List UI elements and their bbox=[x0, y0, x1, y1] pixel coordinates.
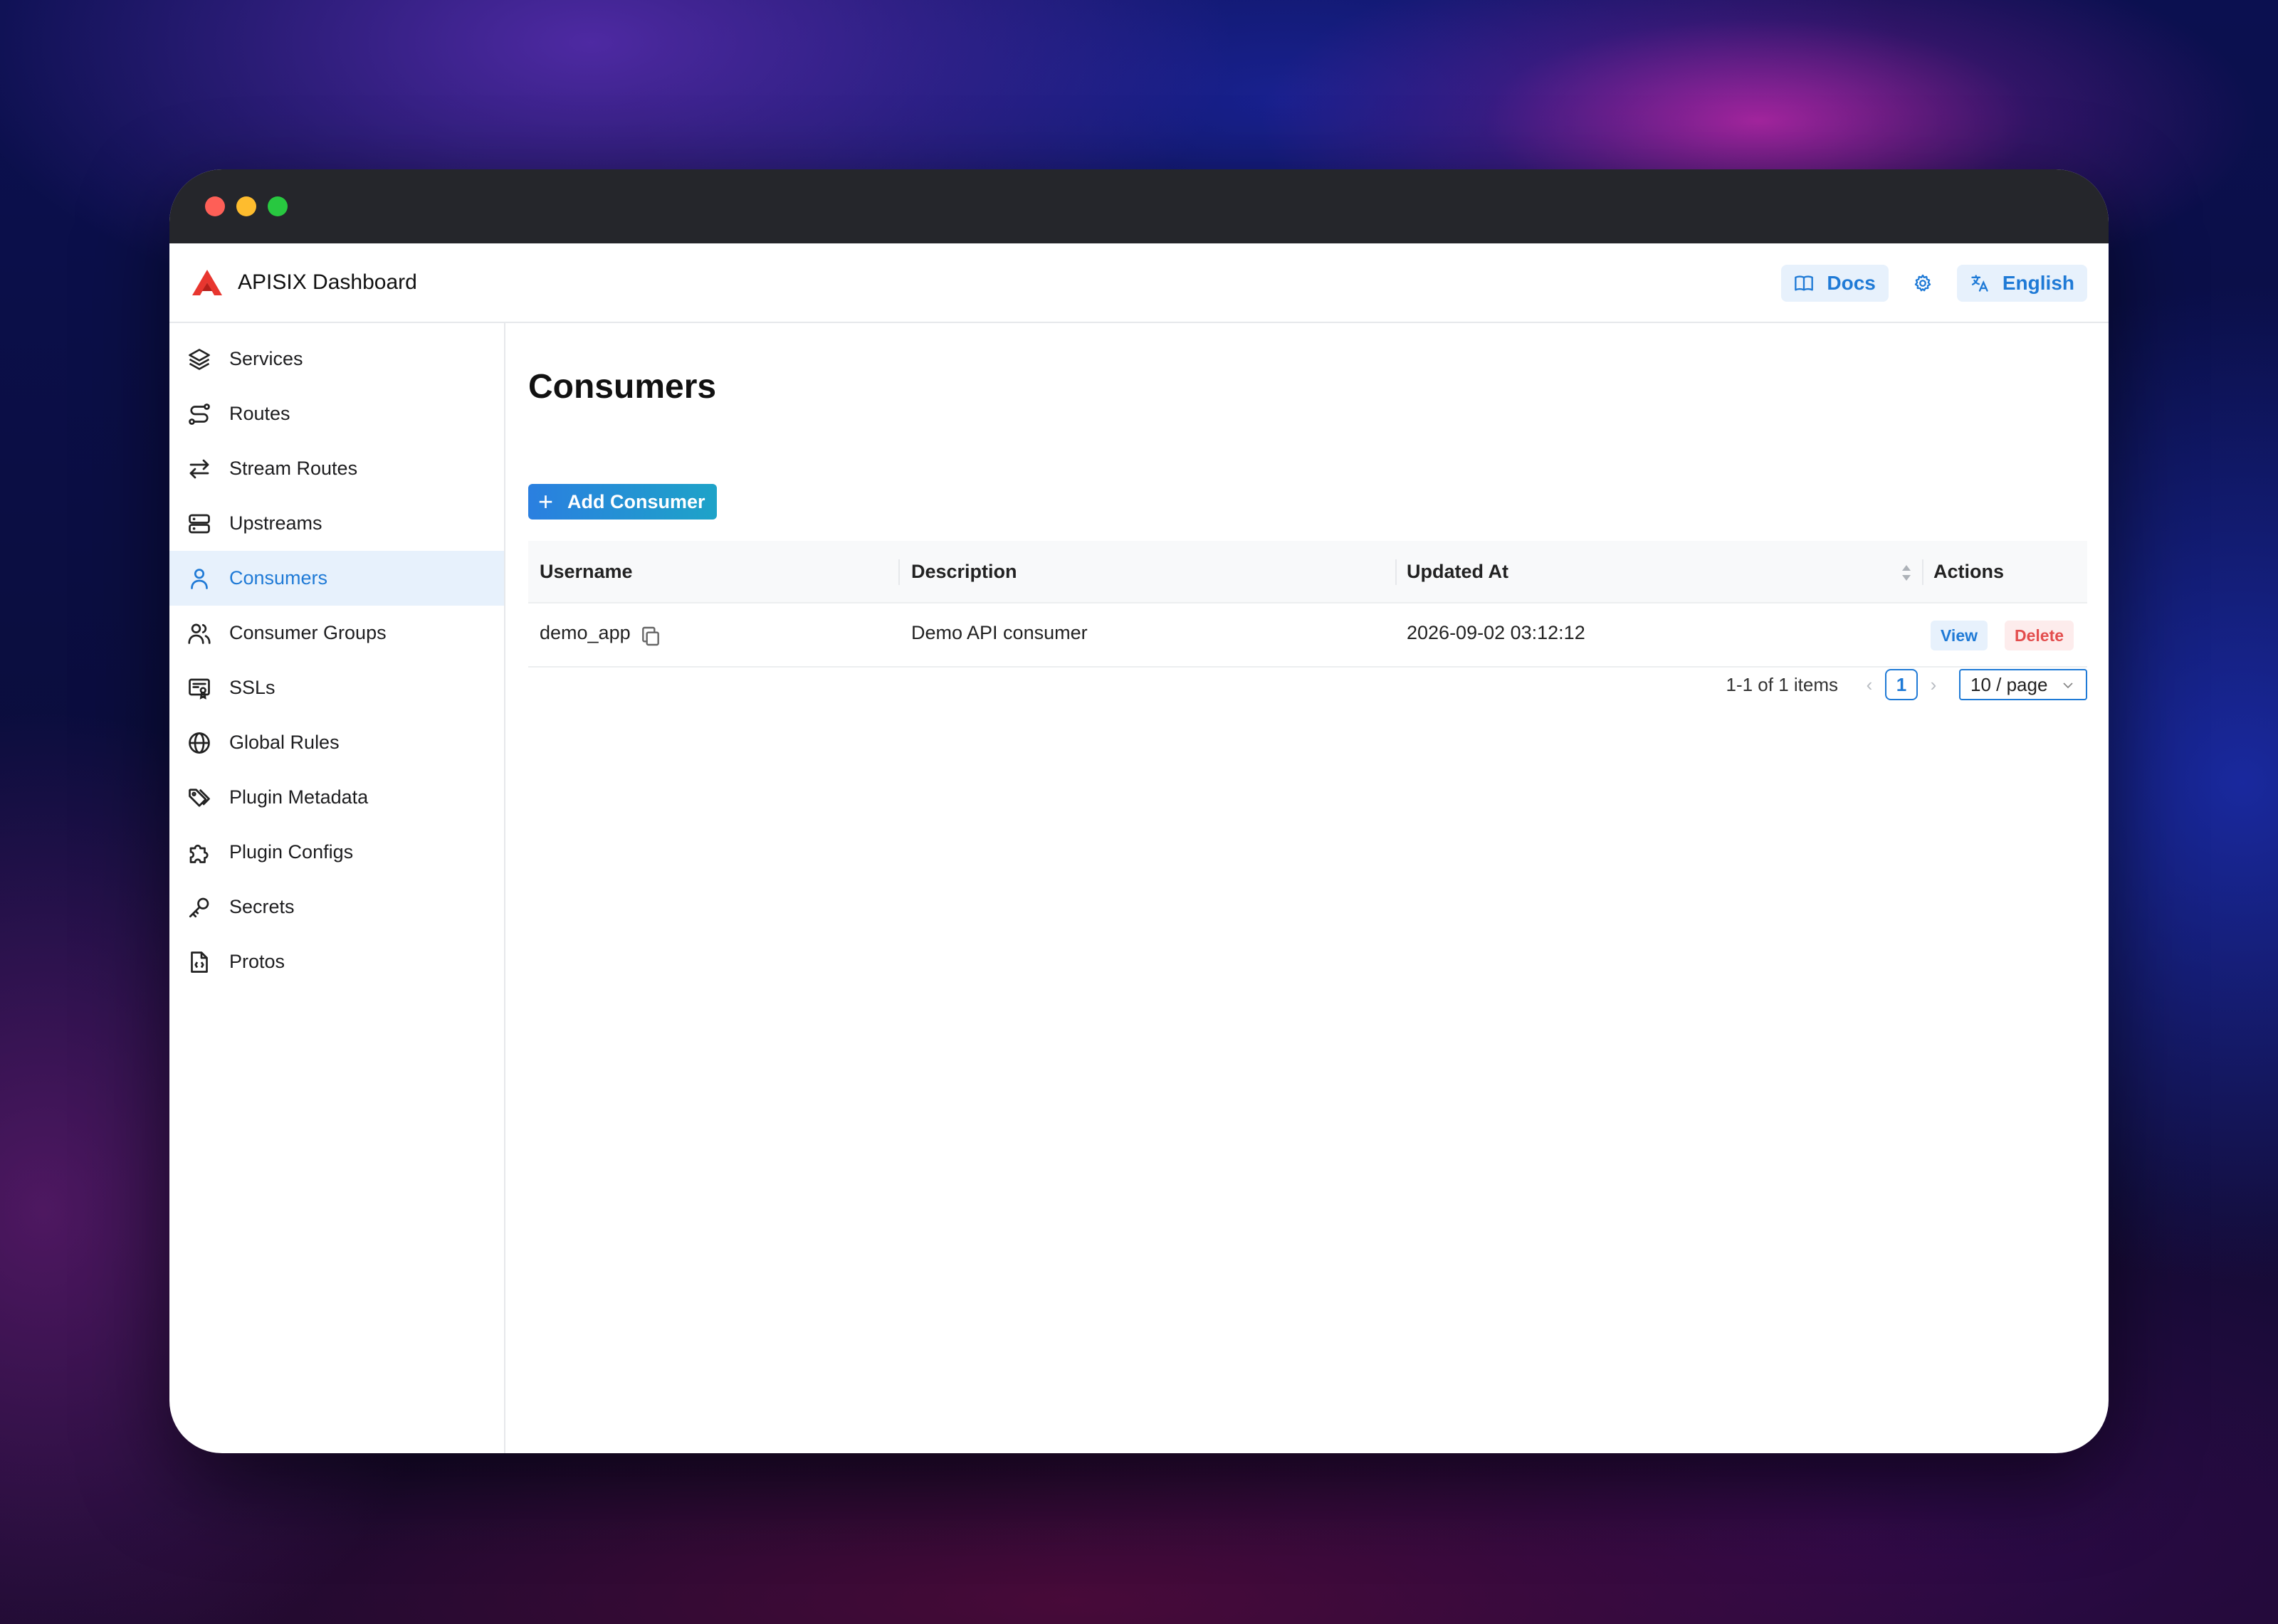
language-label: English bbox=[2002, 272, 2074, 294]
book-icon bbox=[1795, 275, 1814, 291]
sidebar-item-routes[interactable]: Routes bbox=[169, 386, 504, 441]
route-icon bbox=[189, 403, 210, 425]
tags-icon bbox=[189, 788, 210, 807]
sidebar-item-label: Secrets bbox=[229, 896, 295, 917]
key-icon bbox=[189, 897, 209, 917]
app-body: Services Routes Stream Routes Upstreams … bbox=[169, 323, 2109, 1453]
certificate-icon bbox=[189, 678, 210, 700]
column-divider bbox=[1922, 559, 1923, 585]
sidebar-item-label: SSLs bbox=[229, 677, 275, 698]
docs-button[interactable]: Docs bbox=[1781, 265, 1889, 302]
app-title: APISIX Dashboard bbox=[238, 270, 417, 294]
apisix-logo-icon[interactable] bbox=[191, 268, 224, 297]
sidebar-item-upstreams[interactable]: Upstreams bbox=[169, 496, 504, 551]
sidebar-item-ssls[interactable]: SSLs bbox=[169, 660, 504, 715]
translate-icon bbox=[1971, 275, 1988, 292]
plus-icon: + bbox=[538, 487, 554, 516]
sidebar-item-consumer-groups[interactable]: Consumer Groups bbox=[169, 606, 504, 660]
page-size-value: 10 / page bbox=[1970, 673, 2048, 695]
server-icon bbox=[189, 514, 210, 533]
sidebar-item-protos[interactable]: Protos bbox=[169, 934, 504, 989]
copy-icon[interactable] bbox=[639, 625, 662, 648]
column-header-username: Username bbox=[540, 560, 633, 582]
header-actions: Docs English bbox=[1781, 265, 2087, 302]
sidebar-item-label: Services bbox=[229, 348, 303, 369]
close-window-button[interactable] bbox=[205, 196, 225, 216]
add-consumer-button[interactable]: + Add Consumer bbox=[528, 484, 717, 520]
column-divider bbox=[1395, 559, 1397, 585]
next-page-icon[interactable]: › bbox=[1921, 674, 1946, 696]
sidebar-item-global-rules[interactable]: Global Rules bbox=[169, 715, 504, 770]
description-cell: Demo API consumer bbox=[911, 622, 1088, 643]
app-header: APISIX Dashboard Docs English bbox=[169, 243, 2109, 323]
user-icon bbox=[191, 568, 208, 589]
gear-icon bbox=[1914, 274, 1931, 292]
chevron-down-icon bbox=[2063, 682, 2073, 689]
current-page-button[interactable]: 1 bbox=[1885, 669, 1918, 700]
sidebar-item-label: Stream Routes bbox=[229, 458, 358, 479]
consumers-table: Username Description Updated At Actions … bbox=[528, 541, 2087, 668]
page-title: Consumers bbox=[528, 368, 717, 406]
sidebar-item-label: Plugin Configs bbox=[229, 841, 354, 863]
puzzle-icon bbox=[189, 844, 209, 863]
sidebar-item-services[interactable]: Services bbox=[169, 332, 504, 386]
sidebar-item-plugin-configs[interactable]: Plugin Configs bbox=[169, 825, 504, 880]
sidebar-item-stream-routes[interactable]: Stream Routes bbox=[169, 441, 504, 496]
table-row: demo_app Demo API consumer 2026-09-02 03… bbox=[528, 603, 2087, 668]
globe-icon bbox=[189, 732, 210, 754]
sidebar-item-label: Global Rules bbox=[229, 732, 340, 753]
delete-button[interactable]: Delete bbox=[2005, 621, 2074, 650]
sidebar-item-consumers[interactable]: Consumers bbox=[169, 551, 504, 606]
users-icon bbox=[188, 623, 211, 644]
sidebar-item-label: Consumer Groups bbox=[229, 622, 387, 643]
page-size-select[interactable]: 10 / page bbox=[1959, 669, 2087, 700]
add-consumer-label: Add Consumer bbox=[567, 490, 705, 512]
file-code-icon bbox=[191, 951, 208, 973]
pagination-summary: 1-1 of 1 items bbox=[1726, 673, 1838, 695]
sidebar-item-plugin-metadata[interactable]: Plugin Metadata bbox=[169, 770, 504, 825]
language-button[interactable]: English bbox=[1956, 265, 2087, 302]
updated-at-cell: 2026-09-02 03:12:12 bbox=[1407, 622, 1585, 643]
previous-page-icon[interactable]: ‹ bbox=[1857, 674, 1882, 696]
column-header-actions: Actions bbox=[1933, 560, 2005, 582]
settings-button[interactable] bbox=[1904, 265, 1941, 302]
stack-icon bbox=[189, 348, 210, 370]
table-header: Username Description Updated At Actions bbox=[528, 541, 2087, 603]
browser-window: APISIX Dashboard Docs English Services R… bbox=[169, 169, 2109, 1453]
window-titlebar bbox=[169, 169, 2109, 243]
sidebar-item-label: Upstreams bbox=[229, 512, 322, 534]
sidebar-item-label: Routes bbox=[229, 403, 290, 424]
column-header-updated-at[interactable]: Updated At bbox=[1407, 561, 1508, 583]
sidebar-item-label: Consumers bbox=[229, 567, 328, 589]
sidebar-item-label: Protos bbox=[229, 951, 285, 972]
sidebar-item-label: Plugin Metadata bbox=[229, 786, 369, 808]
minimize-window-button[interactable] bbox=[236, 196, 256, 216]
view-button[interactable]: View bbox=[1931, 621, 1988, 650]
docs-label: Docs bbox=[1827, 272, 1876, 294]
username-cell: demo_app bbox=[540, 622, 631, 643]
maximize-window-button[interactable] bbox=[268, 196, 288, 216]
main-content: Consumers + Add Consumer Username Descri… bbox=[528, 323, 2087, 1453]
sidebar: Services Routes Stream Routes Upstreams … bbox=[169, 323, 505, 1453]
column-divider bbox=[898, 559, 900, 585]
sort-icon[interactable] bbox=[1899, 562, 1914, 584]
column-header-description: Description bbox=[911, 560, 1017, 582]
pagination: 1-1 of 1 items ‹ 1 › 10 / page bbox=[1726, 669, 2087, 700]
sidebar-item-secrets[interactable]: Secrets bbox=[169, 880, 504, 934]
arrows-exchange-icon bbox=[189, 459, 209, 478]
